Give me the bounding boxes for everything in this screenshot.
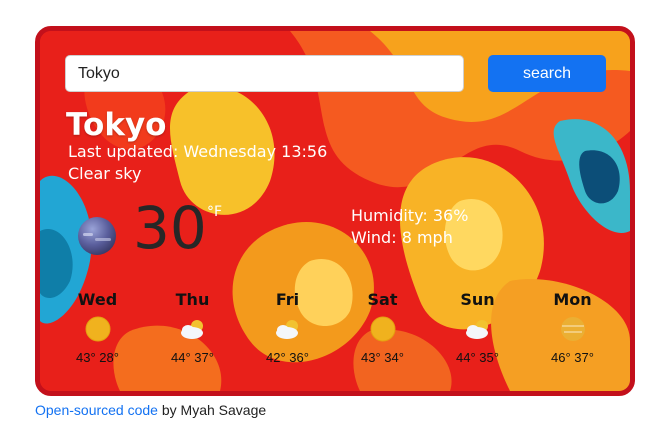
forecast-day-name: Wed [77, 290, 118, 309]
city-name: Tokyo [66, 107, 167, 143]
cloud-sun-icon [465, 320, 488, 339]
forecast-day-name: Fri [275, 290, 300, 309]
search-button[interactable]: search [488, 55, 606, 92]
open-source-link[interactable]: Open-sourced code [35, 402, 158, 418]
forecast-day-name: Mon [553, 290, 592, 309]
wind-text: Wind: 8 mph [351, 228, 453, 247]
forecast-day: Fri 42° 36° [240, 290, 335, 380]
forecast-day-name: Sat [367, 290, 398, 309]
sun-icon [370, 316, 395, 342]
humidity-text: Humidity: 36% [351, 206, 469, 225]
temperature-unit[interactable]: °F [207, 204, 222, 220]
forecast-day: Wed 43° 28° [50, 290, 145, 380]
forecast-day: Thu 44° 37° [145, 290, 240, 380]
weather-description: Clear sky [68, 164, 142, 183]
forecast-temps: 42° 36° [266, 350, 309, 365]
forecast-day: Sat 43° 34° [335, 290, 430, 380]
forecast-temps: 43° 34° [361, 350, 404, 365]
forecast-temps: 44° 35° [456, 350, 499, 365]
forecast-day: Mon 46° 37° [525, 290, 620, 380]
forecast-temps: 43° 28° [76, 350, 119, 365]
current-temperature: 30 [133, 194, 207, 262]
last-updated-text: Last updated: Wednesday 13:56 [68, 142, 328, 161]
forecast-day-name: Thu [175, 290, 210, 309]
forecast-row: Wed 43° 28° Thu 44° 37° Fri 42° 36° Sat [50, 290, 620, 380]
footer-credit: Open-sourced code by Myah Savage [35, 402, 266, 418]
forecast-temps: 44° 37° [171, 350, 214, 365]
sun-icon [85, 316, 110, 342]
cloud-sun-icon [275, 320, 298, 339]
forecast-day: Sun 44° 35° [430, 290, 525, 380]
city-search-input[interactable] [65, 55, 464, 92]
hazy-sun-icon [560, 317, 585, 341]
night-moon-icon [78, 217, 116, 255]
forecast-temps: 46° 37° [551, 350, 594, 365]
cloud-sun-icon [180, 320, 203, 339]
forecast-day-name: Sun [460, 290, 495, 309]
weather-card: search Tokyo Last updated: Wednesday 13:… [35, 26, 635, 396]
author-credit: by Myah Savage [157, 402, 267, 418]
